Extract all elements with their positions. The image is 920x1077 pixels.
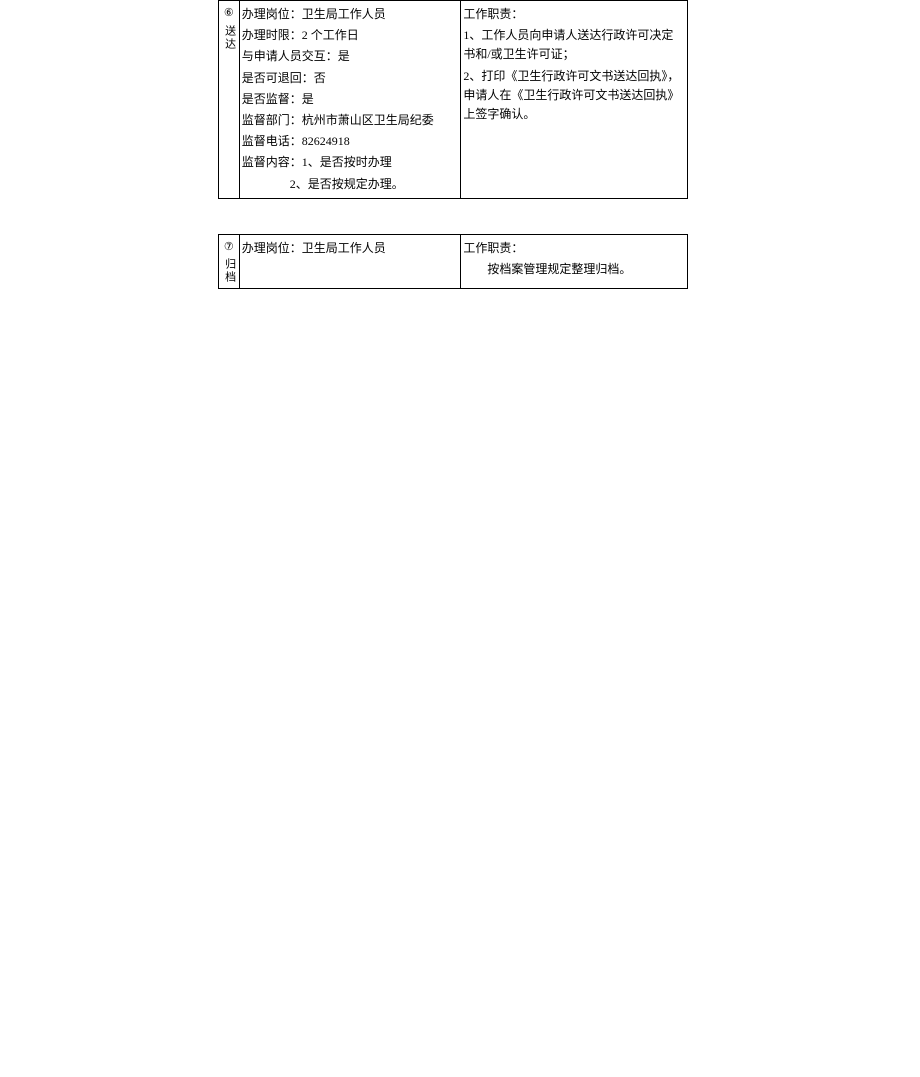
detail-line: 监督部门：杭州市萧山区卫生局纪委 — [242, 110, 459, 131]
step-6-details-cell: 办理岗位：卫生局工作人员 办理时限：2 个工作日 与申请人员交互：是 是否可退回… — [239, 1, 461, 199]
detail-line: 办理岗位：卫生局工作人员 — [242, 4, 459, 25]
step-7-header-cell: ⑦ 归档 — [219, 234, 240, 289]
resp-title: 工作职责： — [463, 4, 685, 25]
document-page: ⑥ 送达 办理岗位：卫生局工作人员 办理时限：2 个工作日 与申请人员交互：是 … — [0, 0, 920, 289]
step-7-label: 归档 — [220, 258, 238, 284]
step-6-responsibility-cell: 工作职责： 1、工作人员向申请人送达行政许可决定书和/或卫生许可证； 2、打印《… — [461, 1, 688, 199]
resp-line: 按档案管理规定整理归档。 — [463, 259, 685, 280]
detail-line: 监督电话：82624918 — [242, 131, 459, 152]
step-7-responsibility-cell: 工作职责： 按档案管理规定整理归档。 — [461, 234, 688, 289]
detail-line: 是否可退回：否 — [242, 68, 459, 89]
detail-line: 与申请人员交互：是 — [242, 46, 459, 67]
step-7-section: ⑦ 归档 办理岗位：卫生局工作人员 工作职责： 按档案管理规定整理归档。 — [218, 234, 688, 290]
step-6-label: 送达 — [220, 25, 238, 51]
detail-line: 2、是否按规定办理。 — [242, 174, 459, 195]
step-7-table: ⑦ 归档 办理岗位：卫生局工作人员 工作职责： 按档案管理规定整理归档。 — [218, 234, 688, 290]
step-6-header-cell: ⑥ 送达 — [219, 1, 240, 199]
step-6-section: ⑥ 送达 办理岗位：卫生局工作人员 办理时限：2 个工作日 与申请人员交互：是 … — [218, 0, 688, 199]
step-7-number: ⑦ — [220, 239, 238, 257]
step-6-table: ⑥ 送达 办理岗位：卫生局工作人员 办理时限：2 个工作日 与申请人员交互：是 … — [218, 0, 688, 199]
detail-line: 是否监督：是 — [242, 89, 459, 110]
step-7-details-cell: 办理岗位：卫生局工作人员 — [239, 234, 461, 289]
step-6-number: ⑥ — [220, 5, 238, 23]
resp-title: 工作职责： — [463, 238, 685, 259]
detail-line: 办理时限：2 个工作日 — [242, 25, 459, 46]
detail-line: 办理岗位：卫生局工作人员 — [242, 238, 459, 259]
resp-line: 2、打印《卫生行政许可文书送达回执》，申请人在《卫生行政许可文书送达回执》上签字… — [463, 66, 685, 126]
resp-line: 1、工作人员向申请人送达行政许可决定书和/或卫生许可证； — [463, 25, 685, 65]
detail-line: 监督内容：1、是否按时办理 — [242, 152, 459, 173]
